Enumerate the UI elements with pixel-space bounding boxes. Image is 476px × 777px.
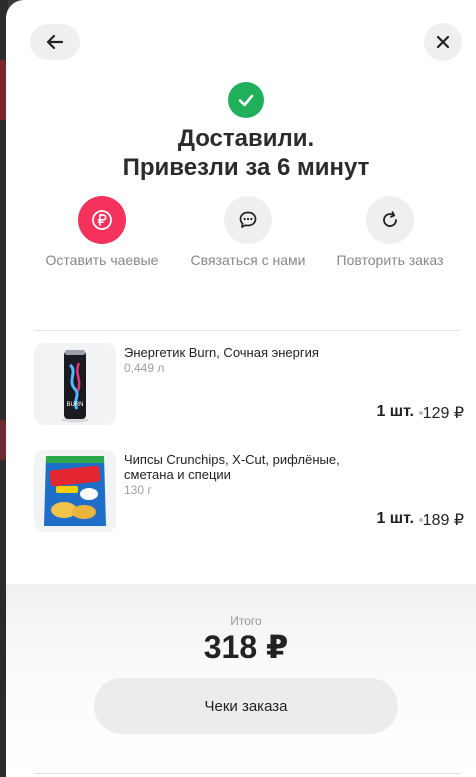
item-quantity: 1 шт.: [376, 510, 414, 527]
repeat-icon-circle: [366, 196, 414, 244]
tip-courier-action[interactable]: Оставить чаевые: [32, 196, 172, 268]
repeat-action-label: Повторить заказ: [336, 252, 444, 268]
contact-icon-circle: [224, 196, 272, 244]
product-image: BURN: [34, 343, 116, 425]
contact-action-label: Связаться с нами: [190, 252, 306, 268]
item-price: 129 ₽: [422, 405, 464, 422]
contact-us-action[interactable]: Связаться с нами: [178, 196, 318, 268]
tip-action-label: Оставить чаевые: [45, 252, 159, 268]
order-status-sheet: Доставили. Привезли за 6 минут Оставить …: [6, 0, 476, 777]
status-title-line-2: Привезли за 6 минут: [122, 154, 370, 181]
repeat-icon: [383, 211, 397, 227]
item-info: Энергетик Burn, Сочная энергия 0,449 л: [124, 345, 374, 376]
arrow-left-icon: [46, 34, 64, 50]
order-item[interactable]: Чипсы Crunchips, X-Cut, рифлёные, сметан…: [34, 450, 464, 532]
energy-drink-can-image: BURN: [34, 343, 116, 425]
success-check-badge: [228, 82, 264, 118]
chips-bag-image: [34, 450, 116, 532]
svg-text:BURN: BURN: [66, 402, 83, 408]
close-button[interactable]: [424, 23, 462, 61]
order-receipts-button[interactable]: Чеки заказа: [94, 678, 398, 734]
product-image: [34, 450, 116, 532]
item-name: Чипсы Crunchips, X-Cut, рифлёные, сметан…: [124, 452, 340, 482]
checkmark-icon: [238, 94, 254, 107]
delivery-status-title: Доставили. Привезли за 6 минут: [6, 124, 476, 182]
tip-icon-circle: [78, 196, 126, 244]
back-button[interactable]: [30, 24, 80, 60]
section-divider: [34, 330, 460, 331]
close-icon: [436, 35, 450, 49]
order-item[interactable]: BURN Энергетик Burn, Сочная энергия 0,44…: [34, 343, 464, 425]
item-quantity: 1 шт.: [376, 403, 414, 420]
item-weight: 130 г: [124, 483, 152, 497]
item-name: Энергетик Burn, Сочная энергия: [124, 345, 319, 360]
repeat-order-action[interactable]: Повторить заказ: [320, 196, 460, 268]
item-price: 189 ₽: [422, 512, 464, 529]
status-title-line-1: Доставили.: [177, 125, 315, 152]
ruble-icon: [92, 210, 112, 230]
total-amount: 318 ₽: [203, 629, 289, 665]
item-weight: 0,449 л: [124, 361, 165, 375]
item-info: Чипсы Crunchips, X-Cut, рифлёные, сметан…: [124, 452, 374, 498]
order-summary: Итого 318 ₽ Чеки заказа: [6, 584, 476, 777]
chat-bubble-icon: [239, 211, 257, 228]
footer-divider: [34, 773, 460, 774]
total-label: Итого: [230, 614, 262, 628]
